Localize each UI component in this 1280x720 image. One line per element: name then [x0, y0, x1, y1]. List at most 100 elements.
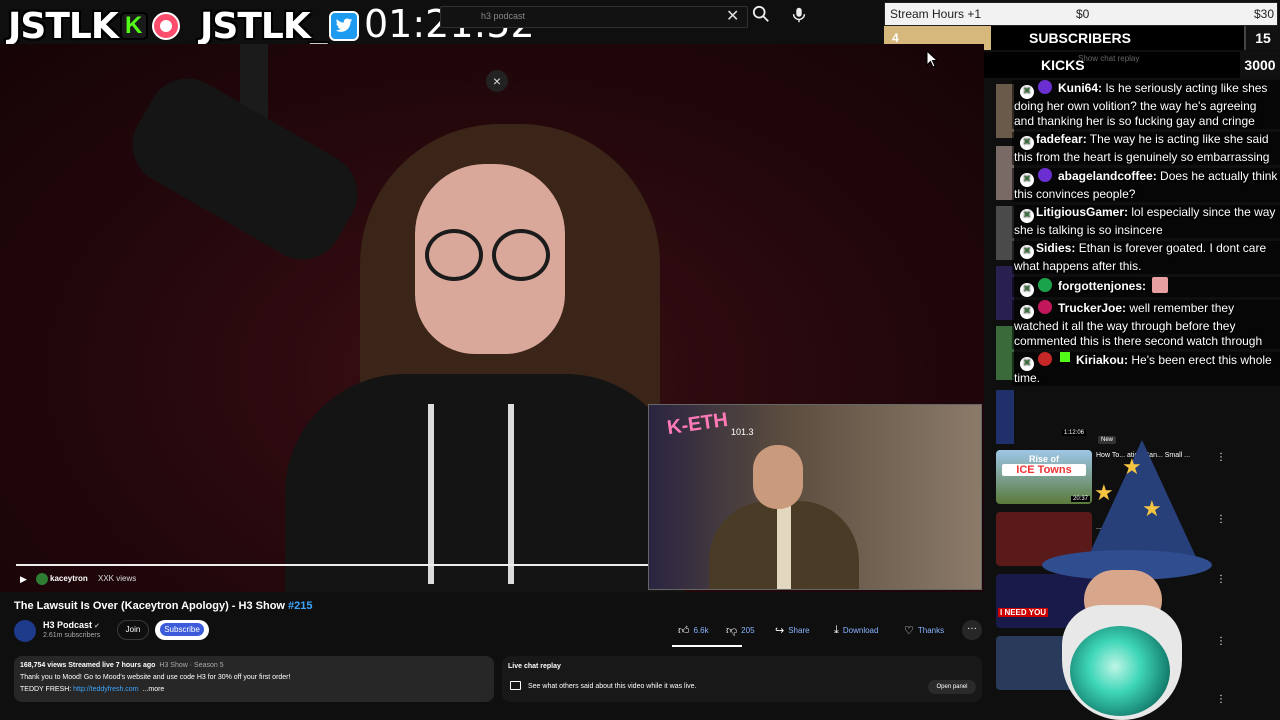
- kick-chat-overlay: ✕ Kuni64: Is he seriously acting like she…: [1012, 80, 1280, 389]
- star-icon: ★: [1122, 454, 1142, 479]
- kick-logo-icon: K: [119, 12, 148, 40]
- share-label: Share: [788, 625, 810, 635]
- search-input[interactable]: h3 podcast: [440, 6, 748, 28]
- more-options-icon[interactable]: ⋮: [1216, 452, 1226, 463]
- subscribers-count: 4: [892, 31, 899, 45]
- more-options-icon[interactable]: ⋮: [1216, 636, 1226, 647]
- download-icon: ⤓: [834, 623, 839, 636]
- chat-text: He's been erect this whole time.: [1014, 353, 1272, 385]
- more-options-icon[interactable]: ⋮: [1216, 694, 1226, 705]
- host-head: [753, 445, 803, 509]
- stream-hours-min: $0: [1076, 7, 1090, 21]
- show-more-link[interactable]: ...more: [143, 686, 165, 693]
- open-panel-button[interactable]: Open panel: [928, 680, 976, 694]
- kick-badge-icon: ✕: [1020, 245, 1034, 259]
- chat-username: LitigiousGamer:: [1036, 205, 1129, 219]
- description-line-1: Thank you to Mood! Go to Mood's website …: [20, 674, 291, 681]
- green-badge-icon: [1060, 352, 1070, 362]
- chat-icon: [510, 681, 521, 690]
- chat-username: TruckerJoe:: [1058, 301, 1127, 315]
- view-stats: 168,754 views Streamed live 7 hours ago: [20, 662, 156, 669]
- stream-hours-max: $30: [1253, 7, 1274, 21]
- kick-badge-icon: ✕: [1020, 85, 1034, 99]
- hashtag-link[interactable]: #215: [288, 600, 312, 612]
- close-icon[interactable]: ×: [486, 70, 508, 92]
- chat-message: ✕ abagelandcoffee: Does he actually think…: [1012, 168, 1280, 202]
- chat-message: ✕ Kiriakou: He's been erect this whole ti…: [1012, 352, 1280, 386]
- play-icon[interactable]: ▶: [20, 574, 27, 585]
- kick-badge-icon: ✕: [1020, 136, 1034, 150]
- streamer-hoodie: [285, 374, 685, 592]
- logo-text-2: JSTLK_: [200, 5, 328, 47]
- chat-username: forgottenjones:: [1058, 279, 1146, 293]
- jstlk-twitter-logo: JSTLK_: [200, 5, 359, 47]
- download-button[interactable]: ⤓ Download: [834, 620, 878, 640]
- mouse-cursor-icon: [926, 50, 938, 68]
- search-icon[interactable]: [752, 5, 772, 25]
- subscribe-button[interactable]: Subscribe: [155, 620, 209, 640]
- kick-badge-icon: ✕: [1020, 305, 1034, 319]
- kick-badge-icon: ✕: [1020, 283, 1034, 297]
- like-divider: [672, 645, 742, 647]
- thanks-button[interactable]: ♡ Thanks: [904, 620, 944, 640]
- chat-message: ✕ TruckerJoe: well remember they watched …: [1012, 300, 1280, 349]
- download-label: Download: [842, 625, 879, 635]
- channel-name[interactable]: H3 Podcast ✔: [43, 620, 100, 630]
- stream-hours-bar: Stream Hours +1 $0 $30: [884, 2, 1278, 26]
- stream-hours-label: Stream Hours +1: [890, 7, 982, 21]
- mini-channel-avatar: [36, 573, 48, 585]
- more-options-icon[interactable]: ⋮: [1216, 514, 1226, 525]
- user-badge-icon: [1038, 352, 1052, 366]
- mini-channel-name: kaceytron: [50, 574, 88, 583]
- emote-icon: [1152, 277, 1168, 293]
- dislike-count: 205: [741, 625, 755, 635]
- star-icon: ★: [1094, 480, 1114, 505]
- wizard-mascot: ★ ★ ★: [1022, 440, 1212, 720]
- like-button[interactable]: 👍︎ 6.6k: [678, 620, 709, 640]
- subscribers-goal: 15: [1244, 26, 1280, 50]
- kick-badge-icon: ✕: [1020, 357, 1034, 371]
- video-progress-bar[interactable]: [16, 564, 648, 566]
- live-chat-replay-card: Live chat replay See what others said ab…: [502, 656, 982, 702]
- glasses-right-lens: [492, 229, 550, 281]
- subscribe-label: Subscribe: [160, 623, 204, 636]
- user-badge-icon: [1038, 80, 1052, 94]
- twitter-icon: [328, 11, 359, 41]
- user-badge-icon: [1038, 300, 1052, 314]
- chat-username: Kuni64:: [1058, 81, 1103, 95]
- logo-text: JSTLK: [8, 5, 119, 47]
- more-actions-button[interactable]: ···: [962, 620, 982, 640]
- channel-avatar[interactable]: [14, 620, 36, 642]
- kick-badge-icon: ✕: [1020, 209, 1034, 223]
- chat-text: Is he seriously acting like shes doing h…: [1014, 81, 1268, 128]
- join-button[interactable]: Join: [117, 620, 149, 640]
- chat-message: ✕ fadefear: The way he is acting like she…: [1012, 132, 1280, 165]
- share-button[interactable]: ↪ Share: [775, 620, 810, 640]
- record-icon: [151, 12, 180, 40]
- thanks-label: Thanks: [917, 625, 945, 635]
- thumbs-up-icon: 👍︎: [678, 624, 690, 637]
- description-line-2: TEDDY FRESH: http://teddyfresh.com ...mor…: [20, 686, 164, 693]
- live-chat-replay-title: Live chat replay: [508, 663, 561, 670]
- channel-name-text: H3 Podcast: [43, 620, 93, 630]
- dislike-button[interactable]: 👎︎ 205: [726, 620, 755, 640]
- chat-message: ✕ Kuni64: Is he seriously acting like she…: [1012, 80, 1280, 129]
- teddy-fresh-link[interactable]: http://teddyfresh.com: [73, 686, 138, 693]
- chat-username: abagelandcoffee:: [1058, 169, 1157, 183]
- close-icon[interactable]: ✕: [726, 6, 739, 26]
- heart-dollar-icon: ♡: [904, 624, 914, 637]
- description-box[interactable]: 168,754 views Streamed live 7 hours ago H…: [14, 656, 494, 702]
- pip-sign-number: 101.3: [731, 427, 754, 437]
- description-meta: 168,754 views Streamed live 7 hours ago H…: [20, 662, 224, 669]
- teddy-fresh-label: TEDDY FRESH:: [20, 686, 74, 693]
- more-options-icon[interactable]: ⋮: [1216, 574, 1226, 585]
- video-title-text: The Lawsuit Is Over (Kaceytron Apology) …: [14, 600, 289, 612]
- chat-username: fadefear:: [1036, 132, 1087, 146]
- mic-icon[interactable]: [790, 6, 810, 26]
- subscribers-label: SUBSCRIBERS: [1029, 30, 1131, 46]
- hood-string-left: [428, 404, 434, 584]
- rec-thumb-strip[interactable]: [996, 390, 1014, 444]
- series-label: H3 Show · Season 5: [159, 662, 224, 669]
- live-chat-replay-text: See what others said about this video wh…: [528, 683, 697, 690]
- kicks-goal: 3000: [1240, 52, 1280, 78]
